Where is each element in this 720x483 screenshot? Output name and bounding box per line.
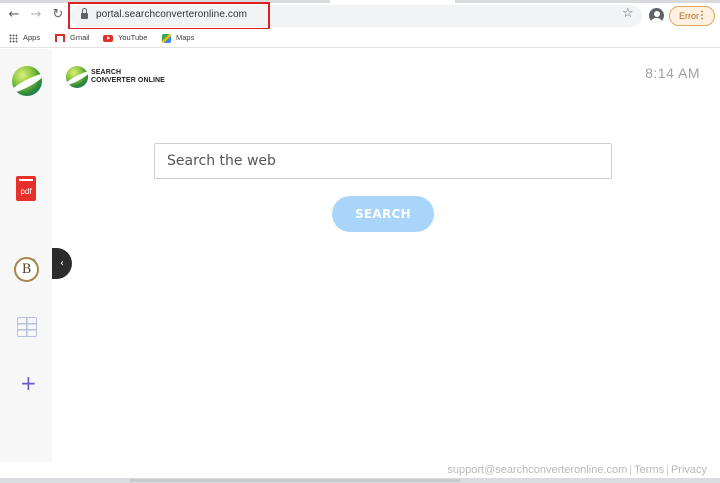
bookmark-maps[interactable]: Maps (162, 32, 194, 44)
sidebar-add-icon[interactable]: + (20, 373, 37, 393)
brand-globe-icon (66, 66, 88, 88)
bookmark-apps[interactable]: Apps (9, 32, 40, 44)
scrollbar-thumb[interactable] (130, 479, 460, 482)
bookmark-gmail[interactable]: Gmail (55, 32, 90, 44)
youtube-icon (103, 34, 113, 42)
clock: 8:14 AM (645, 65, 700, 81)
apps-grid-icon (9, 33, 18, 43)
profile-avatar-icon[interactable] (649, 8, 664, 23)
horizontal-scrollbar[interactable] (0, 478, 720, 483)
sidebar-pdf-icon[interactable]: pdf (16, 176, 36, 201)
search-button[interactable]: SEARCH (332, 196, 434, 232)
brand-name: SEARCH CONVERTER ONLINE (91, 69, 165, 84)
forward-arrow-icon[interactable]: → (26, 5, 46, 25)
footer-divider: | (629, 464, 633, 476)
url-highlight-box (68, 2, 270, 30)
gmail-icon (55, 34, 65, 43)
sidebar-coin-icon[interactable]: B (14, 257, 39, 282)
sidebar-calculator-icon[interactable] (17, 317, 37, 337)
terms-link[interactable]: Terms (634, 464, 664, 476)
support-email-link[interactable]: support@searchconverteronline.com (447, 464, 627, 476)
profile-error-label: Error (679, 11, 699, 21)
sidebar-logo-globe-icon[interactable] (12, 66, 42, 96)
chevron-left-icon: ‹ (60, 258, 64, 269)
footer-divider: | (666, 464, 669, 476)
kebab-menu-icon[interactable]: ⋮ (697, 7, 707, 25)
footer: support@searchconverteronline.com | Terms |… (447, 464, 707, 476)
bookmark-youtube[interactable]: YouTube (103, 32, 147, 44)
bookmarks-bar: Apps Gmail YouTube Maps (0, 29, 720, 48)
maps-icon (162, 33, 171, 43)
profile-error-button[interactable]: Error ⋮ (669, 6, 715, 26)
search-input[interactable] (154, 143, 612, 179)
sidebar: pdf B + (0, 49, 52, 462)
collapse-sidebar-button[interactable]: ‹ (52, 248, 72, 279)
privacy-link[interactable]: Privacy (671, 464, 707, 476)
reload-icon[interactable]: ↻ (48, 5, 68, 25)
bookmark-star-icon[interactable]: ☆ (622, 6, 634, 21)
back-arrow-icon[interactable]: ← (4, 5, 24, 25)
